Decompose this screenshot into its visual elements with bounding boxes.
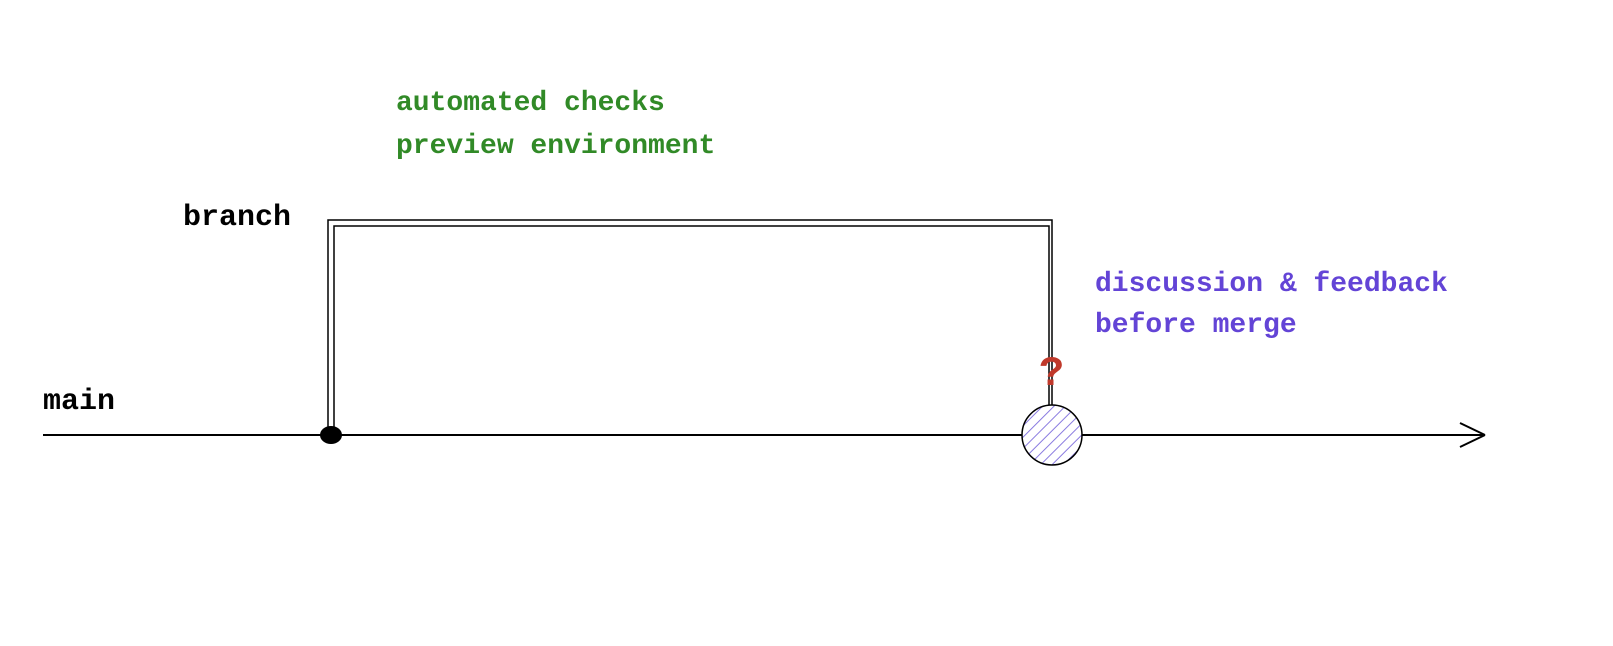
discussion-line2: before merge (1095, 306, 1448, 347)
main-label: main (43, 385, 115, 419)
discussion-feedback-label: discussion & feedback before merge (1095, 265, 1448, 346)
branch-path (328, 220, 1052, 435)
discussion-line1: discussion & feedback (1095, 265, 1448, 306)
branch-path-inner (334, 226, 1049, 435)
arrowhead-icon (1460, 423, 1485, 447)
branch-label: branch (183, 201, 291, 235)
branch-start-commit (320, 426, 342, 444)
automated-line2: preview environment (396, 125, 715, 168)
automated-line1: automated checks (396, 82, 715, 125)
automated-checks-label: automated checks preview environment (396, 82, 715, 169)
merge-commit (1022, 405, 1082, 465)
question-mark: ? (1039, 350, 1064, 398)
